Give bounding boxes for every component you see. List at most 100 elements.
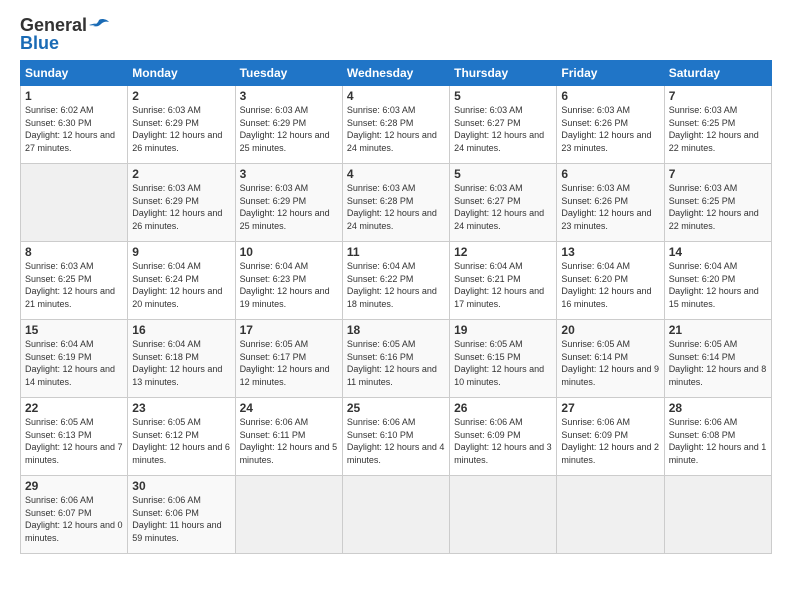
day-number: 23 [132, 401, 230, 415]
day-info: Sunrise: 6:03 AMSunset: 6:25 PMDaylight:… [25, 260, 123, 310]
calendar-cell: 3Sunrise: 6:03 AMSunset: 6:29 PMDaylight… [235, 86, 342, 164]
day-info: Sunrise: 6:05 AMSunset: 6:16 PMDaylight:… [347, 338, 445, 388]
day-number: 9 [132, 245, 230, 259]
day-info: Sunrise: 6:03 AMSunset: 6:29 PMDaylight:… [240, 104, 338, 154]
calendar-cell: 5Sunrise: 6:03 AMSunset: 6:27 PMDaylight… [450, 86, 557, 164]
col-sunday: Sunday [21, 61, 128, 86]
col-saturday: Saturday [664, 61, 771, 86]
logo-blue-text: Blue [20, 34, 59, 52]
day-number: 30 [132, 479, 230, 493]
header: General Blue [20, 16, 772, 52]
calendar-cell: 19Sunrise: 6:05 AMSunset: 6:15 PMDayligh… [450, 320, 557, 398]
day-number: 18 [347, 323, 445, 337]
calendar-cell [664, 476, 771, 554]
logo: General Blue [20, 16, 109, 52]
day-info: Sunrise: 6:05 AMSunset: 6:14 PMDaylight:… [561, 338, 659, 388]
day-info: Sunrise: 6:04 AMSunset: 6:20 PMDaylight:… [561, 260, 659, 310]
calendar-cell: 30Sunrise: 6:06 AMSunset: 6:06 PMDayligh… [128, 476, 235, 554]
day-info: Sunrise: 6:05 AMSunset: 6:17 PMDaylight:… [240, 338, 338, 388]
day-info: Sunrise: 6:05 AMSunset: 6:15 PMDaylight:… [454, 338, 552, 388]
calendar-cell: 9Sunrise: 6:04 AMSunset: 6:24 PMDaylight… [128, 242, 235, 320]
calendar-cell: 12Sunrise: 6:04 AMSunset: 6:21 PMDayligh… [450, 242, 557, 320]
calendar-cell: 13Sunrise: 6:04 AMSunset: 6:20 PMDayligh… [557, 242, 664, 320]
day-number: 25 [347, 401, 445, 415]
day-number: 14 [669, 245, 767, 259]
day-number: 7 [669, 167, 767, 181]
calendar-cell: 21Sunrise: 6:05 AMSunset: 6:14 PMDayligh… [664, 320, 771, 398]
day-info: Sunrise: 6:03 AMSunset: 6:28 PMDaylight:… [347, 104, 445, 154]
day-info: Sunrise: 6:05 AMSunset: 6:14 PMDaylight:… [669, 338, 767, 388]
day-number: 19 [454, 323, 552, 337]
calendar-cell: 24Sunrise: 6:06 AMSunset: 6:11 PMDayligh… [235, 398, 342, 476]
day-number: 5 [454, 89, 552, 103]
logo-general: General [20, 16, 87, 34]
calendar-cell: 7Sunrise: 6:03 AMSunset: 6:25 PMDaylight… [664, 86, 771, 164]
day-number: 28 [669, 401, 767, 415]
day-number: 6 [561, 89, 659, 103]
col-wednesday: Wednesday [342, 61, 449, 86]
calendar-cell: 25Sunrise: 6:06 AMSunset: 6:10 PMDayligh… [342, 398, 449, 476]
day-number: 8 [25, 245, 123, 259]
day-number: 22 [25, 401, 123, 415]
day-info: Sunrise: 6:03 AMSunset: 6:25 PMDaylight:… [669, 182, 767, 232]
day-number: 4 [347, 167, 445, 181]
col-monday: Monday [128, 61, 235, 86]
day-info: Sunrise: 6:03 AMSunset: 6:26 PMDaylight:… [561, 182, 659, 232]
calendar-cell: 17Sunrise: 6:05 AMSunset: 6:17 PMDayligh… [235, 320, 342, 398]
day-number: 4 [347, 89, 445, 103]
day-number: 24 [240, 401, 338, 415]
day-info: Sunrise: 6:04 AMSunset: 6:21 PMDaylight:… [454, 260, 552, 310]
day-info: Sunrise: 6:03 AMSunset: 6:27 PMDaylight:… [454, 182, 552, 232]
day-info: Sunrise: 6:06 AMSunset: 6:08 PMDaylight:… [669, 416, 767, 466]
day-number: 29 [25, 479, 123, 493]
day-info: Sunrise: 6:06 AMSunset: 6:10 PMDaylight:… [347, 416, 445, 466]
col-thursday: Thursday [450, 61, 557, 86]
day-number: 13 [561, 245, 659, 259]
day-info: Sunrise: 6:05 AMSunset: 6:12 PMDaylight:… [132, 416, 230, 466]
calendar-cell [557, 476, 664, 554]
day-number: 3 [240, 167, 338, 181]
day-number: 12 [454, 245, 552, 259]
calendar-cell [235, 476, 342, 554]
day-info: Sunrise: 6:06 AMSunset: 6:09 PMDaylight:… [454, 416, 552, 466]
day-number: 6 [561, 167, 659, 181]
day-info: Sunrise: 6:06 AMSunset: 6:09 PMDaylight:… [561, 416, 659, 466]
day-number: 2 [132, 167, 230, 181]
day-info: Sunrise: 6:03 AMSunset: 6:29 PMDaylight:… [132, 104, 230, 154]
day-number: 15 [25, 323, 123, 337]
calendar-cell [450, 476, 557, 554]
day-info: Sunrise: 6:03 AMSunset: 6:28 PMDaylight:… [347, 182, 445, 232]
day-info: Sunrise: 6:03 AMSunset: 6:25 PMDaylight:… [669, 104, 767, 154]
day-number: 5 [454, 167, 552, 181]
day-number: 26 [454, 401, 552, 415]
day-info: Sunrise: 6:06 AMSunset: 6:06 PMDaylight:… [132, 494, 230, 544]
day-info: Sunrise: 6:04 AMSunset: 6:18 PMDaylight:… [132, 338, 230, 388]
day-info: Sunrise: 6:04 AMSunset: 6:20 PMDaylight:… [669, 260, 767, 310]
day-info: Sunrise: 6:03 AMSunset: 6:26 PMDaylight:… [561, 104, 659, 154]
calendar-cell: 8Sunrise: 6:03 AMSunset: 6:25 PMDaylight… [21, 242, 128, 320]
day-number: 10 [240, 245, 338, 259]
day-number: 3 [240, 89, 338, 103]
calendar-cell: 29Sunrise: 6:06 AMSunset: 6:07 PMDayligh… [21, 476, 128, 554]
calendar-cell: 20Sunrise: 6:05 AMSunset: 6:14 PMDayligh… [557, 320, 664, 398]
calendar-cell: 5Sunrise: 6:03 AMSunset: 6:27 PMDaylight… [450, 164, 557, 242]
calendar-cell: 7Sunrise: 6:03 AMSunset: 6:25 PMDaylight… [664, 164, 771, 242]
calendar-cell: 6Sunrise: 6:03 AMSunset: 6:26 PMDaylight… [557, 164, 664, 242]
calendar-cell: 26Sunrise: 6:06 AMSunset: 6:09 PMDayligh… [450, 398, 557, 476]
calendar-cell: 28Sunrise: 6:06 AMSunset: 6:08 PMDayligh… [664, 398, 771, 476]
day-number: 2 [132, 89, 230, 103]
day-info: Sunrise: 6:04 AMSunset: 6:22 PMDaylight:… [347, 260, 445, 310]
day-info: Sunrise: 6:06 AMSunset: 6:11 PMDaylight:… [240, 416, 338, 466]
day-info: Sunrise: 6:03 AMSunset: 6:29 PMDaylight:… [240, 182, 338, 232]
day-info: Sunrise: 6:03 AMSunset: 6:29 PMDaylight:… [132, 182, 230, 232]
logo-bird-icon [89, 18, 109, 32]
col-friday: Friday [557, 61, 664, 86]
day-number: 17 [240, 323, 338, 337]
calendar-cell: 15Sunrise: 6:04 AMSunset: 6:19 PMDayligh… [21, 320, 128, 398]
calendar-cell: 4Sunrise: 6:03 AMSunset: 6:28 PMDaylight… [342, 164, 449, 242]
calendar-cell: 1Sunrise: 6:02 AMSunset: 6:30 PMDaylight… [21, 86, 128, 164]
calendar-cell: 6Sunrise: 6:03 AMSunset: 6:26 PMDaylight… [557, 86, 664, 164]
page: General Blue Sunday Monday Tuesday Wedne… [0, 0, 792, 564]
day-number: 21 [669, 323, 767, 337]
calendar-cell [342, 476, 449, 554]
